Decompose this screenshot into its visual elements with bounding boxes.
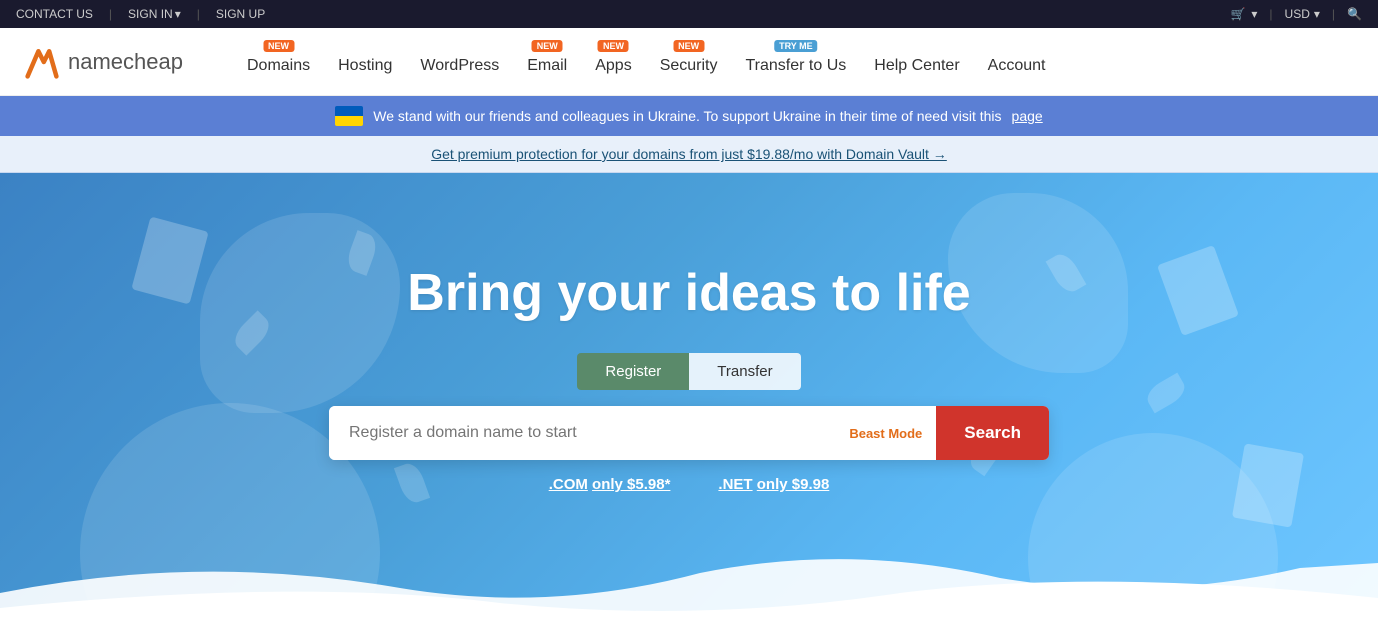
- deco-leaf-5: [400, 463, 424, 503]
- deco-paper-3: [1238, 448, 1298, 523]
- nav-items: NEW Domains Hosting WordPress NEW Email …: [233, 28, 1059, 96]
- deco-leaf-3: [1054, 253, 1078, 293]
- net-price-value: only $9.98: [757, 476, 830, 493]
- ukraine-link[interactable]: page: [1012, 108, 1043, 124]
- nav-label-help: Help Center: [874, 57, 959, 75]
- top-bar: CONTACT US | SIGN IN▾ | SIGN UP 🛒 ▾ | US…: [0, 0, 1378, 28]
- top-bar-right: 🛒 ▾ | USD ▾ | 🔍: [1230, 5, 1362, 23]
- ukraine-text: We stand with our friends and colleagues…: [373, 108, 1001, 124]
- nav-label-wordpress: WordPress: [420, 57, 499, 75]
- promo-bar: Get premium protection for your domains …: [0, 136, 1378, 173]
- promo-link[interactable]: Get premium protection for your domains …: [431, 146, 947, 162]
- hero-title: Bring your ideas to life: [407, 263, 970, 323]
- cart-arrow: ▾: [1251, 7, 1257, 21]
- badge-new-security: NEW: [673, 40, 704, 52]
- blob-3: [948, 193, 1128, 373]
- hero-section: Bring your ideas to life Register Transf…: [0, 173, 1378, 623]
- nav-label-apps: Apps: [595, 57, 631, 75]
- com-pricing[interactable]: .COM only $5.98*: [549, 476, 671, 493]
- nav-label-domains: Domains: [247, 57, 310, 75]
- deco-leaf-1: [350, 233, 374, 273]
- deco-paper-1: [140, 223, 200, 298]
- nav-label-transfer: Transfer to Us: [746, 57, 847, 75]
- tab-transfer[interactable]: Transfer: [689, 353, 800, 390]
- domain-search-input[interactable]: [329, 406, 835, 460]
- nav-label-email: Email: [527, 57, 567, 75]
- nav-item-account[interactable]: Account: [974, 28, 1060, 96]
- domain-pricing: .COM only $5.98* .NET only $9.98: [549, 476, 830, 493]
- badge-new-apps: NEW: [598, 40, 629, 52]
- signin-arrow: ▾: [175, 7, 181, 21]
- nav-item-help[interactable]: Help Center: [860, 28, 973, 96]
- badge-new-domains: NEW: [263, 40, 294, 52]
- currency-arrow: ▾: [1314, 7, 1320, 21]
- ukraine-flag: [335, 106, 363, 126]
- net-tld: .NET: [718, 476, 752, 493]
- beast-mode-button[interactable]: Beast Mode: [835, 406, 936, 460]
- nav-label-security: Security: [660, 57, 718, 75]
- main-nav: namecheap NEW Domains Hosting WordPress …: [0, 28, 1378, 96]
- deco-leaf-4: [1154, 373, 1178, 413]
- nav-item-domains[interactable]: NEW Domains: [233, 28, 324, 96]
- nav-label-account: Account: [988, 57, 1046, 75]
- nav-item-apps[interactable]: NEW Apps: [581, 28, 645, 96]
- top-bar-divider2: |: [197, 7, 200, 21]
- nav-label-hosting: Hosting: [338, 57, 392, 75]
- deco-paper-2: [1168, 253, 1228, 328]
- deco-leaf-2: [240, 313, 264, 353]
- contact-us-link[interactable]: CONTACT US: [16, 7, 93, 21]
- tab-buttons: Register Transfer: [577, 353, 800, 390]
- nav-item-hosting[interactable]: Hosting: [324, 28, 406, 96]
- cart-icon: 🛒: [1230, 7, 1245, 21]
- logo-text: namecheap: [68, 49, 183, 75]
- ukraine-banner: We stand with our friends and colleagues…: [0, 96, 1378, 136]
- search-button[interactable]: Search: [936, 406, 1049, 460]
- badge-tryme-transfer: TRY ME: [774, 40, 818, 52]
- top-bar-left: CONTACT US | SIGN IN▾ | SIGN UP: [16, 7, 265, 21]
- top-bar-divider3: |: [1269, 7, 1272, 21]
- com-tld: .COM: [549, 476, 588, 493]
- com-price-value: only $5.98*: [592, 476, 670, 493]
- currency-label: USD: [1285, 7, 1310, 21]
- ukraine-flag-bottom: [335, 116, 363, 126]
- search-bar: Beast Mode Search: [329, 406, 1049, 460]
- nav-item-security[interactable]: NEW Security: [646, 28, 732, 96]
- nav-item-transfer[interactable]: TRY ME Transfer to Us: [732, 28, 861, 96]
- badge-new-email: NEW: [532, 40, 563, 52]
- net-pricing[interactable]: .NET only $9.98: [718, 476, 829, 493]
- cart-icon-wrap[interactable]: 🛒 ▾: [1230, 7, 1257, 21]
- search-icon-topbar[interactable]: 🔍: [1347, 5, 1362, 23]
- top-bar-divider4: |: [1332, 7, 1335, 21]
- top-bar-divider: |: [109, 7, 112, 21]
- ukraine-flag-top: [335, 106, 363, 116]
- logo[interactable]: namecheap: [24, 44, 183, 80]
- nav-item-wordpress[interactable]: WordPress: [406, 28, 513, 96]
- search-icon: 🔍: [1347, 7, 1362, 21]
- logo-icon: [24, 44, 60, 80]
- sign-in-link[interactable]: SIGN IN▾: [128, 7, 181, 21]
- nav-item-email[interactable]: NEW Email: [513, 28, 581, 96]
- sign-up-link[interactable]: SIGN UP: [216, 7, 265, 21]
- tab-register[interactable]: Register: [577, 353, 689, 390]
- currency-selector[interactable]: USD ▾: [1285, 7, 1320, 21]
- wave-bottom: [0, 543, 1378, 623]
